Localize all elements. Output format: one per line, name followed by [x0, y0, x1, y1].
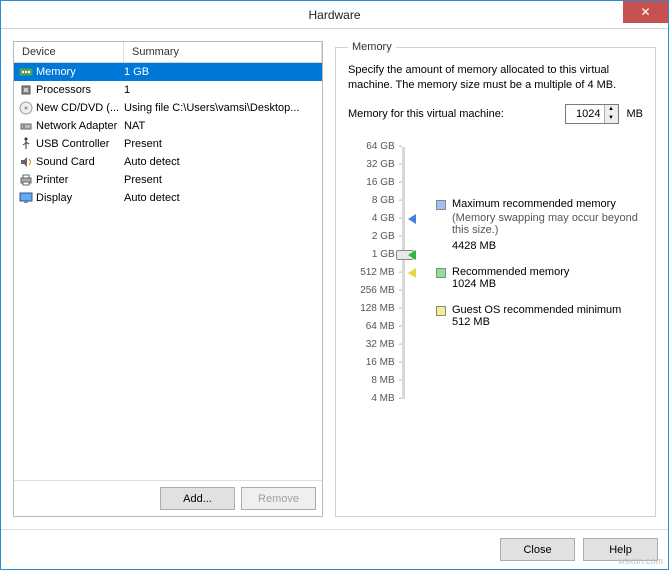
device-row-processors[interactable]: Processors1	[14, 81, 322, 99]
slider-label: 8 MB-	[348, 372, 402, 390]
device-label: Network Adapter	[36, 120, 124, 132]
legend-min-swatch	[436, 306, 446, 316]
memory-group: Memory Specify the amount of memory allo…	[335, 41, 656, 517]
close-button[interactable]: Close	[500, 538, 575, 561]
legend-min-title: Guest OS recommended minimum	[452, 304, 621, 316]
slider-label: 512 MB-	[348, 264, 402, 282]
legend-max-title: Maximum recommended memory	[452, 198, 643, 210]
memory-input[interactable]	[566, 105, 604, 123]
memory-spinner[interactable]: ▲ ▼	[565, 104, 619, 124]
legend-min-value: 512 MB	[452, 316, 621, 328]
memory-input-label: Memory for this virtual machine:	[348, 108, 557, 120]
column-summary[interactable]: Summary	[124, 42, 322, 62]
device-label: Printer	[36, 174, 124, 186]
device-summary: Auto detect	[124, 192, 318, 204]
memory-slider[interactable]	[402, 138, 428, 506]
device-row-printer[interactable]: PrinterPresent	[14, 171, 322, 189]
window-close-button[interactable]: ✕	[623, 1, 668, 23]
device-label: Processors	[36, 84, 124, 96]
memory-unit: MB	[627, 108, 644, 120]
device-row-network-adapter[interactable]: Network AdapterNAT	[14, 117, 322, 135]
slider-track	[402, 147, 405, 399]
device-row-new-cd-dvd-[interactable]: New CD/DVD (...Using file C:\Users\vamsi…	[14, 99, 322, 117]
watermark: wsxdn.com	[618, 556, 663, 566]
device-summary: Auto detect	[124, 156, 318, 168]
legend-min: Guest OS recommended minimum 512 MB	[436, 304, 643, 340]
device-label: Memory	[36, 66, 124, 78]
display-icon	[18, 190, 34, 206]
list-header: Device Summary	[14, 42, 322, 63]
window-title: Hardware	[308, 8, 360, 22]
slider-label: 1 GB-	[348, 246, 402, 264]
device-summary: Present	[124, 138, 318, 150]
device-summary: Present	[124, 174, 318, 186]
legend-max-swatch	[436, 200, 446, 210]
slider-label: 32 GB-	[348, 156, 402, 174]
legend-max: Maximum recommended memory (Memory swapp…	[436, 198, 643, 264]
slider-label: 8 GB-	[348, 192, 402, 210]
device-summary: Using file C:\Users\vamsi\Desktop...	[124, 102, 318, 114]
legend-rec-title: Recommended memory	[452, 266, 569, 278]
memory-icon	[18, 64, 34, 80]
disc-icon	[18, 100, 34, 116]
device-row-usb-controller[interactable]: USB ControllerPresent	[14, 135, 322, 153]
slider-label: 128 MB-	[348, 300, 402, 318]
device-label: New CD/DVD (...	[36, 102, 124, 114]
slider-label: 64 MB-	[348, 318, 402, 336]
slider-label: 2 GB-	[348, 228, 402, 246]
memory-group-title: Memory	[348, 41, 396, 53]
legend-max-note: (Memory swapping may occur beyond this s…	[452, 212, 643, 236]
marker-min-icon	[408, 268, 416, 278]
device-summary: NAT	[124, 120, 318, 132]
spinner-up-button[interactable]: ▲	[605, 105, 618, 114]
slider-label: 4 MB-	[348, 390, 402, 408]
device-row-memory[interactable]: Memory1 GB	[14, 63, 322, 81]
legend-rec: Recommended memory 1024 MB	[436, 266, 643, 302]
slider-label: 256 MB-	[348, 282, 402, 300]
device-panel: Device Summary Memory1 GBProcessors1New …	[13, 41, 323, 517]
marker-max-icon	[408, 214, 416, 224]
printer-icon	[18, 172, 34, 188]
device-label: USB Controller	[36, 138, 124, 150]
legend-rec-swatch	[436, 268, 446, 278]
device-row-display[interactable]: DisplayAuto detect	[14, 189, 322, 207]
device-label: Sound Card	[36, 156, 124, 168]
device-summary: 1 GB	[124, 66, 318, 78]
network-icon	[18, 118, 34, 134]
slider-label: 64 GB-	[348, 138, 402, 156]
add-button[interactable]: Add...	[160, 487, 235, 510]
device-list[interactable]: Device Summary Memory1 GBProcessors1New …	[14, 42, 322, 480]
memory-description: Specify the amount of memory allocated t…	[348, 63, 643, 94]
sound-icon	[18, 154, 34, 170]
marker-recommended-icon	[408, 250, 416, 260]
legend-rec-value: 1024 MB	[452, 278, 569, 290]
legend-max-value: 4428 MB	[452, 240, 643, 252]
title-bar: Hardware ✕	[1, 1, 668, 29]
slider-label: 16 MB-	[348, 354, 402, 372]
device-label: Display	[36, 192, 124, 204]
device-row-sound-card[interactable]: Sound CardAuto detect	[14, 153, 322, 171]
slider-label: 16 GB-	[348, 174, 402, 192]
slider-label: 4 GB-	[348, 210, 402, 228]
cpu-icon	[18, 82, 34, 98]
slider-label: 32 MB-	[348, 336, 402, 354]
column-device[interactable]: Device	[14, 42, 124, 62]
remove-button[interactable]: Remove	[241, 487, 316, 510]
device-summary: 1	[124, 84, 318, 96]
spinner-down-button[interactable]: ▼	[605, 114, 618, 123]
usb-icon	[18, 136, 34, 152]
